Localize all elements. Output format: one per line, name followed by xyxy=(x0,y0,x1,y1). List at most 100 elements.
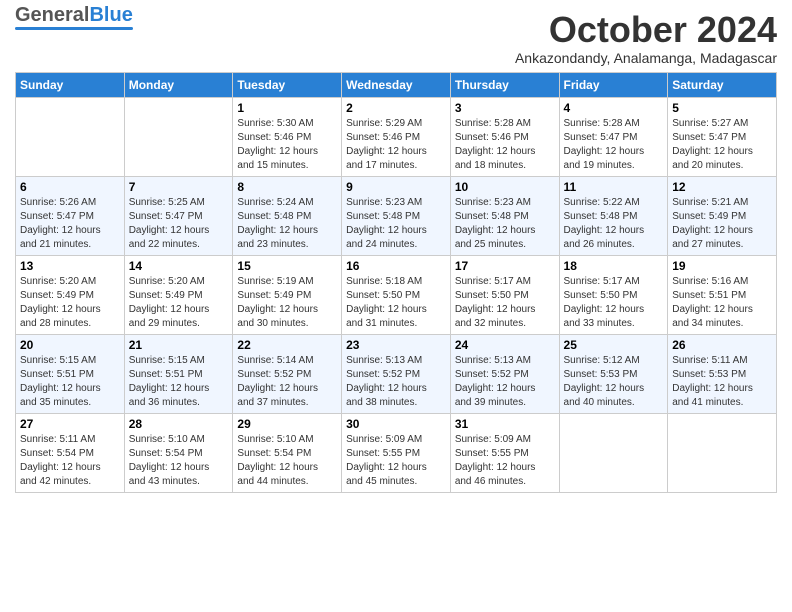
day-number: 14 xyxy=(129,259,229,273)
day-info: Sunrise: 5:15 AM Sunset: 5:51 PM Dayligh… xyxy=(20,354,120,410)
calendar-cell: 23 Sunrise: 5:13 AM Sunset: 5:52 PM Dayli… xyxy=(342,334,451,413)
day-info: Sunrise: 5:27 AM Sunset: 5:47 PM Dayligh… xyxy=(672,117,772,173)
day-info: Sunrise: 5:22 AM Sunset: 5:48 PM Dayligh… xyxy=(564,196,664,252)
calendar-cell: 29 Sunrise: 5:10 AM Sunset: 5:54 PM Dayli… xyxy=(233,413,342,492)
day-info: Sunrise: 5:26 AM Sunset: 5:47 PM Dayligh… xyxy=(20,196,120,252)
location-subtitle: Ankazondandy, Analamanga, Madagascar xyxy=(515,50,777,66)
day-info: Sunrise: 5:17 AM Sunset: 5:50 PM Dayligh… xyxy=(455,275,555,331)
weekday-header: Friday xyxy=(559,72,668,97)
day-number: 20 xyxy=(20,338,120,352)
page-header: General General Blue October 2024 Ankazo… xyxy=(15,10,777,66)
day-number: 17 xyxy=(455,259,555,273)
day-number: 1 xyxy=(237,101,337,115)
day-number: 16 xyxy=(346,259,446,273)
calendar-cell: 15 Sunrise: 5:19 AM Sunset: 5:49 PM Dayli… xyxy=(233,255,342,334)
calendar-cell: 6 Sunrise: 5:26 AM Sunset: 5:47 PM Daylig… xyxy=(16,176,125,255)
calendar-cell: 17 Sunrise: 5:17 AM Sunset: 5:50 PM Dayli… xyxy=(450,255,559,334)
day-number: 6 xyxy=(20,180,120,194)
calendar-header-row: SundayMondayTuesdayWednesdayThursdayFrid… xyxy=(16,72,777,97)
day-number: 18 xyxy=(564,259,664,273)
calendar-cell: 18 Sunrise: 5:17 AM Sunset: 5:50 PM Dayli… xyxy=(559,255,668,334)
day-number: 13 xyxy=(20,259,120,273)
calendar-cell: 13 Sunrise: 5:20 AM Sunset: 5:49 PM Dayli… xyxy=(16,255,125,334)
weekday-header: Sunday xyxy=(16,72,125,97)
calendar-table: SundayMondayTuesdayWednesdayThursdayFrid… xyxy=(15,72,777,493)
day-info: Sunrise: 5:13 AM Sunset: 5:52 PM Dayligh… xyxy=(346,354,446,410)
calendar-cell xyxy=(124,97,233,176)
day-info: Sunrise: 5:16 AM Sunset: 5:51 PM Dayligh… xyxy=(672,275,772,331)
day-info: Sunrise: 5:13 AM Sunset: 5:52 PM Dayligh… xyxy=(455,354,555,410)
calendar-cell: 25Sunrise: 5:12 AM Sunset: 5:53 PM Dayli… xyxy=(559,334,668,413)
calendar-cell: 27 Sunrise: 5:11 AM Sunset: 5:54 PM Dayli… xyxy=(16,413,125,492)
day-number: 22 xyxy=(237,338,337,352)
logo-underline xyxy=(15,27,133,30)
day-info: Sunrise: 5:18 AM Sunset: 5:50 PM Dayligh… xyxy=(346,275,446,331)
calendar-cell: 16 Sunrise: 5:18 AM Sunset: 5:50 PM Dayli… xyxy=(342,255,451,334)
day-number: 4 xyxy=(564,101,664,115)
day-info: Sunrise: 5:15 AM Sunset: 5:51 PM Dayligh… xyxy=(129,354,229,410)
calendar-week-row: 1Sunrise: 5:30 AM Sunset: 5:46 PM Daylig… xyxy=(16,97,777,176)
day-info: Sunrise: 5:10 AM Sunset: 5:54 PM Dayligh… xyxy=(129,433,229,489)
calendar-cell: 14Sunrise: 5:20 AM Sunset: 5:49 PM Dayli… xyxy=(124,255,233,334)
calendar-cell: 10Sunrise: 5:23 AM Sunset: 5:48 PM Dayli… xyxy=(450,176,559,255)
day-number: 19 xyxy=(672,259,772,273)
day-number: 10 xyxy=(455,180,555,194)
logo-text-general: General xyxy=(15,4,89,27)
day-number: 8 xyxy=(237,180,337,194)
calendar-cell: 21 Sunrise: 5:15 AM Sunset: 5:51 PM Dayli… xyxy=(124,334,233,413)
calendar-week-row: 6 Sunrise: 5:26 AM Sunset: 5:47 PM Daylig… xyxy=(16,176,777,255)
calendar-cell: 8Sunrise: 5:24 AM Sunset: 5:48 PM Daylig… xyxy=(233,176,342,255)
calendar-cell: 11Sunrise: 5:22 AM Sunset: 5:48 PM Dayli… xyxy=(559,176,668,255)
day-number: 28 xyxy=(129,417,229,431)
weekday-header: Thursday xyxy=(450,72,559,97)
day-number: 30 xyxy=(346,417,446,431)
calendar-cell: 1Sunrise: 5:30 AM Sunset: 5:46 PM Daylig… xyxy=(233,97,342,176)
day-number: 26 xyxy=(672,338,772,352)
day-number: 15 xyxy=(237,259,337,273)
day-number: 23 xyxy=(346,338,446,352)
logo: General General Blue xyxy=(15,10,133,30)
day-number: 9 xyxy=(346,180,446,194)
calendar-cell: 28 Sunrise: 5:10 AM Sunset: 5:54 PM Dayli… xyxy=(124,413,233,492)
day-info: Sunrise: 5:19 AM Sunset: 5:49 PM Dayligh… xyxy=(237,275,337,331)
day-number: 5 xyxy=(672,101,772,115)
calendar-cell: 12 Sunrise: 5:21 AM Sunset: 5:49 PM Dayli… xyxy=(668,176,777,255)
day-number: 12 xyxy=(672,180,772,194)
day-info: Sunrise: 5:23 AM Sunset: 5:48 PM Dayligh… xyxy=(346,196,446,252)
day-info: Sunrise: 5:29 AM Sunset: 5:46 PM Dayligh… xyxy=(346,117,446,173)
calendar-cell: 24 Sunrise: 5:13 AM Sunset: 5:52 PM Dayli… xyxy=(450,334,559,413)
calendar-cell: 19 Sunrise: 5:16 AM Sunset: 5:51 PM Dayli… xyxy=(668,255,777,334)
day-info: Sunrise: 5:11 AM Sunset: 5:53 PM Dayligh… xyxy=(672,354,772,410)
day-number: 24 xyxy=(455,338,555,352)
day-info: Sunrise: 5:17 AM Sunset: 5:50 PM Dayligh… xyxy=(564,275,664,331)
day-info: Sunrise: 5:25 AM Sunset: 5:47 PM Dayligh… xyxy=(129,196,229,252)
day-info: Sunrise: 5:10 AM Sunset: 5:54 PM Dayligh… xyxy=(237,433,337,489)
day-number: 25 xyxy=(564,338,664,352)
calendar-week-row: 20 Sunrise: 5:15 AM Sunset: 5:51 PM Dayli… xyxy=(16,334,777,413)
day-number: 27 xyxy=(20,417,120,431)
day-number: 21 xyxy=(129,338,229,352)
month-title: October 2024 xyxy=(515,10,777,50)
day-number: 3 xyxy=(455,101,555,115)
day-number: 7 xyxy=(129,180,229,194)
day-info: Sunrise: 5:28 AM Sunset: 5:46 PM Dayligh… xyxy=(455,117,555,173)
calendar-cell xyxy=(668,413,777,492)
weekday-header: Monday xyxy=(124,72,233,97)
day-info: Sunrise: 5:20 AM Sunset: 5:49 PM Dayligh… xyxy=(20,275,120,331)
day-info: Sunrise: 5:11 AM Sunset: 5:54 PM Dayligh… xyxy=(20,433,120,489)
day-info: Sunrise: 5:09 AM Sunset: 5:55 PM Dayligh… xyxy=(346,433,446,489)
calendar-cell xyxy=(559,413,668,492)
calendar-cell: 31Sunrise: 5:09 AM Sunset: 5:55 PM Dayli… xyxy=(450,413,559,492)
calendar-cell: 3 Sunrise: 5:28 AM Sunset: 5:46 PM Daylig… xyxy=(450,97,559,176)
day-info: Sunrise: 5:14 AM Sunset: 5:52 PM Dayligh… xyxy=(237,354,337,410)
title-section: October 2024 Ankazondandy, Analamanga, M… xyxy=(515,10,777,66)
day-info: Sunrise: 5:28 AM Sunset: 5:47 PM Dayligh… xyxy=(564,117,664,173)
weekday-header: Saturday xyxy=(668,72,777,97)
day-info: Sunrise: 5:21 AM Sunset: 5:49 PM Dayligh… xyxy=(672,196,772,252)
calendar-week-row: 13 Sunrise: 5:20 AM Sunset: 5:49 PM Dayli… xyxy=(16,255,777,334)
logo-text-blue: Blue xyxy=(89,4,132,27)
calendar-cell: 5 Sunrise: 5:27 AM Sunset: 5:47 PM Daylig… xyxy=(668,97,777,176)
day-number: 29 xyxy=(237,417,337,431)
calendar-cell: 22 Sunrise: 5:14 AM Sunset: 5:52 PM Dayli… xyxy=(233,334,342,413)
calendar-cell: 7 Sunrise: 5:25 AM Sunset: 5:47 PM Daylig… xyxy=(124,176,233,255)
